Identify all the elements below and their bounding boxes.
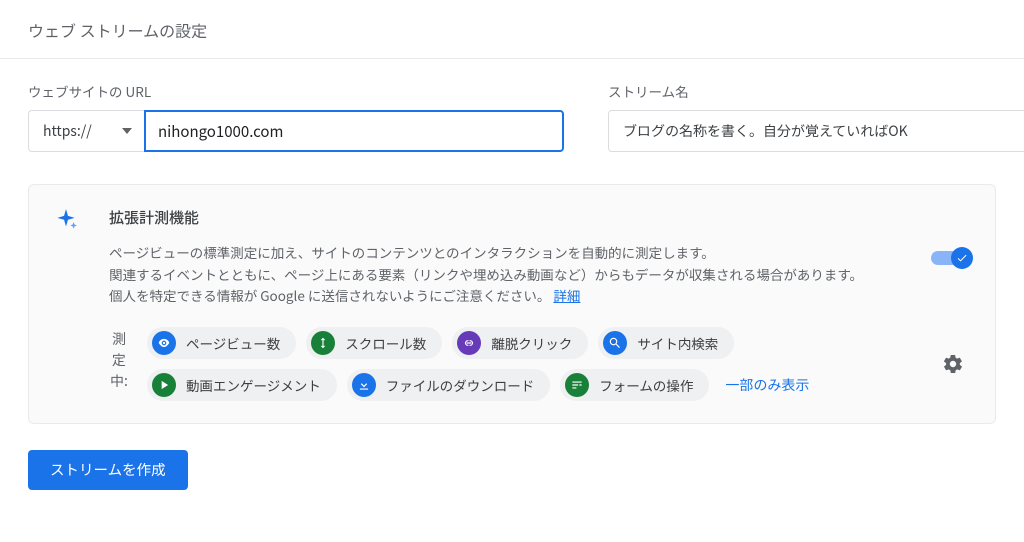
event-chip-label: ページビュー数 xyxy=(186,333,280,353)
event-chips: ページビュー数 スクロール数 離脱クリック サイト内検索動画エンゲージメント ファイルの… xyxy=(147,327,917,401)
event-chip-label: ファイルのダウンロード xyxy=(386,375,535,395)
event-chip: 離脱クリック xyxy=(452,327,588,359)
measuring-label: 測定中: xyxy=(109,327,129,401)
event-chip: フォームの操作 xyxy=(560,369,709,401)
event-chip-label: 動画エンゲージメント xyxy=(186,375,321,395)
stream-name-label: ストリーム名 xyxy=(608,81,1024,101)
desc-line-1: ページビューの標準測定に加え、サイトのコンテンツとのインタラクションを自動的に測… xyxy=(109,242,715,262)
scroll-icon xyxy=(311,331,335,355)
chevron-down-icon xyxy=(122,128,132,134)
sparkle-icon xyxy=(53,207,87,401)
check-icon xyxy=(956,252,968,264)
form-row: ウェブサイトの URL https:// ストリーム名 xyxy=(0,59,1024,162)
enhanced-measurement-card: 拡張計測機能 ページビューの標準測定に加え、サイトのコンテンツとのインタラクショ… xyxy=(28,184,996,424)
event-chip-label: 離脱クリック xyxy=(491,333,572,353)
event-chip-label: スクロール数 xyxy=(345,333,426,353)
event-chip-label: サイト内検索 xyxy=(637,333,718,353)
form-icon xyxy=(565,373,589,397)
enhanced-card-body: 拡張計測機能 ページビューの標準測定に加え、サイトのコンテンツとのインタラクショ… xyxy=(109,207,971,401)
enhanced-title-row: 拡張計測機能 ページビューの標準測定に加え、サイトのコンテンツとのインタラクショ… xyxy=(109,207,971,327)
create-stream-button[interactable]: ストリームを作成 xyxy=(28,450,188,490)
play-icon xyxy=(152,373,176,397)
protocol-value: https:// xyxy=(43,121,92,141)
event-chip: ファイルのダウンロード xyxy=(347,369,551,401)
panel-title-text: ウェブ ストリームの設定 xyxy=(28,18,207,42)
website-url-input[interactable] xyxy=(144,110,564,152)
event-chip: スクロール数 xyxy=(306,327,442,359)
stream-name-field: ストリーム名 xyxy=(608,81,1024,152)
details-link[interactable]: 詳細 xyxy=(553,285,580,305)
event-chip-label: フォームの操作 xyxy=(599,375,693,395)
protocol-select[interactable]: https:// xyxy=(28,110,144,152)
panel-title: ウェブ ストリームの設定 xyxy=(0,0,1024,59)
enhanced-measurement-title: 拡張計測機能 xyxy=(109,207,911,228)
event-chip: サイト内検索 xyxy=(598,327,734,359)
website-url-field: ウェブサイトの URL https:// xyxy=(28,81,564,152)
website-url-label: ウェブサイトの URL xyxy=(28,81,564,101)
search-icon xyxy=(603,331,627,355)
stream-name-input[interactable] xyxy=(608,110,1024,152)
event-chip: ページビュー数 xyxy=(147,327,296,359)
desc-line-2: 関連するイベントとともに、ページ上にある要素（リンクや埋め込み動画など）からもデ… xyxy=(109,264,863,306)
eye-icon xyxy=(152,331,176,355)
gear-icon[interactable] xyxy=(942,353,964,375)
website-url-group: https:// xyxy=(28,110,564,152)
measuring-block: 測定中: ページビュー数 スクロール数 離脱クリック サイト内検索動画エンゲージメント… xyxy=(109,327,971,401)
toggle-thumb xyxy=(951,247,973,269)
download-icon xyxy=(352,373,376,397)
partial-display-link[interactable]: 一部のみ表示 xyxy=(725,375,809,395)
link-icon xyxy=(457,331,481,355)
event-chip: 動画エンゲージメント xyxy=(147,369,337,401)
create-row: ストリームを作成 xyxy=(0,424,1024,516)
enhanced-toggle[interactable] xyxy=(931,247,971,269)
enhanced-measurement-desc: ページビューの標準測定に加え、サイトのコンテンツとのインタラクションを自動的に測… xyxy=(109,242,869,307)
